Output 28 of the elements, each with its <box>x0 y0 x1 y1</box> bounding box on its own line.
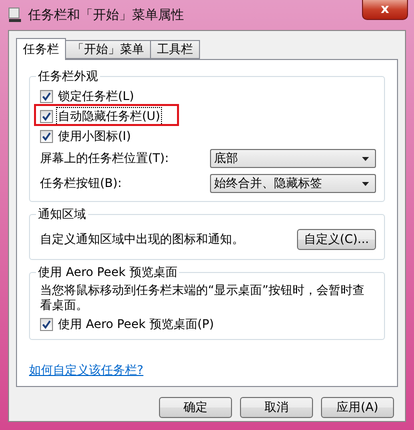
description-text: 当您将鼠标移动到任务栏末端的“显示桌面”按钮时，会暂时查看桌面。 <box>40 283 366 313</box>
caret-icon <box>362 182 369 186</box>
dialog-button[interactable]: 取消 <box>240 397 313 418</box>
checkbox-label: 锁定任务栏(L) <box>57 88 136 104</box>
customize-button[interactable]: 自定义(C)... <box>296 228 376 250</box>
tab[interactable]: 工具栏 <box>150 40 200 59</box>
dialog-button[interactable]: 应用(A) <box>321 397 394 418</box>
window-title: 任务栏和「开始」菜单属性 <box>28 7 184 24</box>
tab[interactable]: 「开始」菜单 <box>65 40 151 59</box>
dialog-button[interactable]: 确定 <box>159 397 232 418</box>
checkbox[interactable] <box>40 90 53 102</box>
checkbox-label: 自动隐藏任务栏(U) <box>57 108 162 124</box>
group-title: 任务栏外观 <box>36 68 100 85</box>
field-label: 屏幕上的任务栏位置(T): <box>40 151 169 166</box>
dropdown[interactable]: 底部 <box>210 149 376 168</box>
checkbox-label: 使用 Aero Peek 预览桌面(P) <box>57 316 215 332</box>
checkbox[interactable] <box>40 130 53 142</box>
checkbox[interactable] <box>40 318 53 330</box>
field-label: 任务栏按钮(B): <box>40 176 122 191</box>
group-title: 使用 Aero Peek 预览桌面 <box>36 264 180 281</box>
caret-icon <box>362 156 369 160</box>
tab[interactable]: 任务栏 <box>16 38 66 60</box>
help-link[interactable]: 如何自定义该任务栏? <box>29 362 385 379</box>
checkbox-label: 使用小图标(I) <box>57 128 132 144</box>
close-button[interactable]: x <box>362 0 408 20</box>
description-text: 自定义通知区域中出现的图标和通知。 <box>40 232 244 246</box>
checkbox[interactable] <box>40 110 53 122</box>
dropdown[interactable]: 始终合并、隐藏标签 <box>210 174 376 193</box>
